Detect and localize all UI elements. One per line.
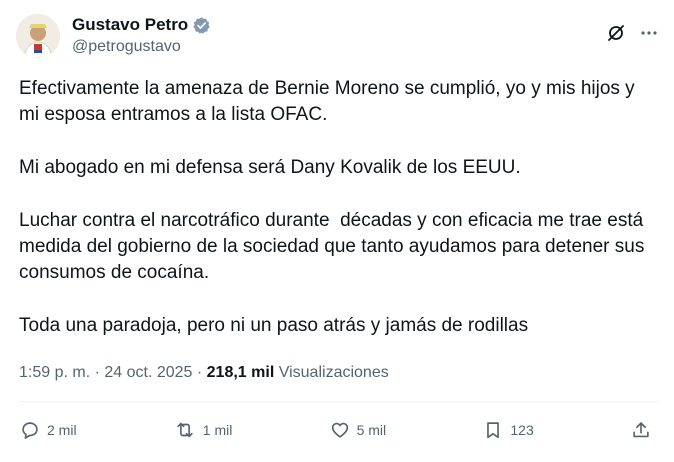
author-names: Gustavo Petro @petrogustavo <box>72 15 211 57</box>
tweet-paragraph: Mi abogado en mi defensa será Dany Koval… <box>19 157 521 178</box>
avatar-image <box>16 14 60 58</box>
repost-icon <box>177 422 193 438</box>
bookmark-count: 123 <box>510 422 534 438</box>
reply-button[interactable]: 2 mil <box>19 419 77 441</box>
grok-button[interactable] <box>606 23 626 43</box>
timestamp[interactable]: 1:59 p. m. · 24 oct. 2025 <box>19 364 192 381</box>
name-row: Gustavo Petro <box>72 15 211 35</box>
views-count: 218,1 mil <box>206 364 275 381</box>
more-options-button[interactable] <box>640 24 658 42</box>
reply-count: 2 mil <box>47 422 77 438</box>
divider <box>19 401 658 402</box>
tweet-paragraph: Toda una paradoja, pero ni un paso atrás… <box>19 315 529 336</box>
tweet-text: Efectivamente la amenaza de Bernie Moren… <box>19 76 658 339</box>
repost-button[interactable]: 1 mil <box>173 419 233 441</box>
handle[interactable]: @petrogustavo <box>72 37 211 57</box>
avatar[interactable] <box>16 14 60 58</box>
bookmark-icon <box>487 422 500 439</box>
verified-badge-icon[interactable] <box>192 16 211 35</box>
bookmark-button[interactable]: 123 <box>482 419 534 441</box>
views-label: Visualizaciones <box>278 364 389 381</box>
meta-separator: · <box>192 364 207 381</box>
tweet-paragraph: Luchar contra el narcotráfico durante dé… <box>19 210 650 283</box>
tweet-header: Gustavo Petro @petrogustavo <box>16 12 658 60</box>
like-button[interactable]: 5 mil <box>329 419 387 441</box>
like-count: 5 mil <box>356 422 387 438</box>
display-name[interactable]: Gustavo Petro <box>72 15 188 35</box>
reply-icon <box>22 422 38 439</box>
repost-count: 1 mil <box>202 422 233 438</box>
more-dots-icon <box>641 31 657 35</box>
share-button[interactable] <box>630 419 652 441</box>
tweet-paragraph: Efectivamente la amenaza de Bernie Moren… <box>19 78 640 125</box>
heart-icon <box>331 422 348 438</box>
share-icon <box>633 422 649 438</box>
tweet-card: Gustavo Petro @petrogustavo Efectivament… <box>0 0 674 462</box>
header-actions <box>606 23 658 43</box>
action-bar: 2 mil 1 mil 5 mil 123 <box>19 414 652 446</box>
grok-icon <box>608 25 624 41</box>
tweet-meta: 1:59 p. m. · 24 oct. 2025 · 218,1 mil Vi… <box>19 363 389 383</box>
